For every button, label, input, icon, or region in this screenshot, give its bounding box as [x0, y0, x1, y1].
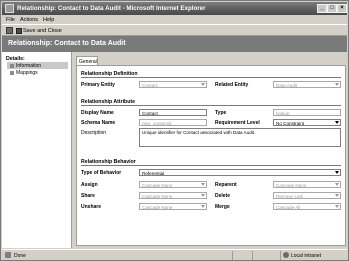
display-name-label: Display Name: [81, 110, 114, 116]
primary-entity-select: Contact: [139, 81, 207, 88]
status-divider: [252, 251, 253, 260]
intranet-zone-icon: [283, 252, 289, 258]
primary-entity-label: Primary Entity: [81, 82, 115, 88]
status-bar: Done Local intranet: [2, 249, 347, 260]
browser-window: Relationship: Contact to Data Audit - Mi…: [0, 0, 349, 261]
section-divider: [81, 165, 341, 166]
app-icon: [5, 4, 14, 13]
tab-general[interactable]: General: [76, 56, 98, 65]
save-and-close-label: Save and Close: [23, 27, 62, 34]
minimize-button[interactable]: _: [317, 4, 327, 13]
schema-name-field: new_contactid: [139, 119, 207, 126]
save-and-close-button[interactable]: Save and Close: [15, 26, 63, 35]
requirement-level-label: Requirement Level: [215, 120, 260, 126]
nav-item-label: Mappings: [16, 69, 38, 76]
description-label: Description: [81, 130, 107, 136]
menu-bar: File Actions Help: [2, 15, 347, 24]
title-bar[interactable]: Relationship: Contact to Data Audit - Mi…: [2, 2, 347, 15]
reparent-label: Reparent: [215, 182, 237, 188]
type-label: Type: [215, 110, 227, 116]
close-button[interactable]: ×: [337, 4, 347, 13]
section-divider: [81, 105, 341, 106]
general-panel: Relationship Definition Primary Entity C…: [76, 65, 346, 246]
share-select: Cascade None: [139, 192, 207, 199]
menu-actions[interactable]: Actions: [20, 17, 38, 23]
print-icon[interactable]: [6, 27, 13, 34]
description-textarea[interactable]: Unique identifier for Contact associated…: [139, 128, 341, 147]
type-of-behavior-label: Type of Behavior: [81, 170, 122, 176]
toolbar: Save and Close: [2, 24, 347, 36]
section-divider: [81, 77, 341, 78]
merge-label: Merge: [215, 204, 230, 210]
maximize-button[interactable]: □: [327, 4, 337, 13]
status-divider: [232, 251, 233, 260]
security-zone: Local intranet: [291, 252, 322, 259]
information-icon: [10, 63, 14, 68]
page-title: Relationship: Contact to Data Audit: [2, 36, 347, 52]
schema-name-label: Schema Name: [81, 120, 116, 126]
requirement-level-select[interactable]: No Constraint: [273, 119, 341, 126]
nav-item-information[interactable]: Information: [7, 62, 68, 69]
page-icon: [5, 252, 11, 258]
menu-help[interactable]: Help: [43, 17, 54, 23]
related-entity-select: Data Audit: [273, 81, 341, 88]
display-name-input[interactable]: Contact: [139, 109, 207, 116]
unshare-select: Cascade None: [139, 203, 207, 210]
details-nav: Details: Information Mappings: [2, 52, 72, 248]
save-close-icon: [16, 27, 22, 34]
share-label: Share: [81, 193, 95, 199]
main-panel: General Relationship Definition Primary …: [73, 52, 348, 248]
assign-select: Cascade None: [139, 181, 207, 188]
mappings-icon: [10, 70, 14, 75]
unshare-label: Unshare: [81, 204, 102, 210]
delete-select: Remove Link: [273, 192, 341, 199]
merge-select: Cascade All: [273, 203, 341, 210]
nav-item-label: Information: [16, 62, 42, 69]
menu-file[interactable]: File: [6, 17, 15, 23]
assign-label: Assign: [81, 182, 98, 188]
reparent-select: Cascade None: [273, 181, 341, 188]
window-title: Relationship: Contact to Data Audit - Mi…: [17, 5, 206, 12]
type-of-behavior-select[interactable]: Referential: [139, 169, 341, 176]
type-field: lookup: [273, 109, 341, 116]
status-text: Done: [14, 252, 26, 259]
delete-label: Delete: [215, 193, 231, 199]
nav-item-mappings[interactable]: Mappings: [7, 69, 68, 76]
related-entity-label: Related Entity: [215, 82, 249, 88]
status-divider: [280, 251, 281, 260]
